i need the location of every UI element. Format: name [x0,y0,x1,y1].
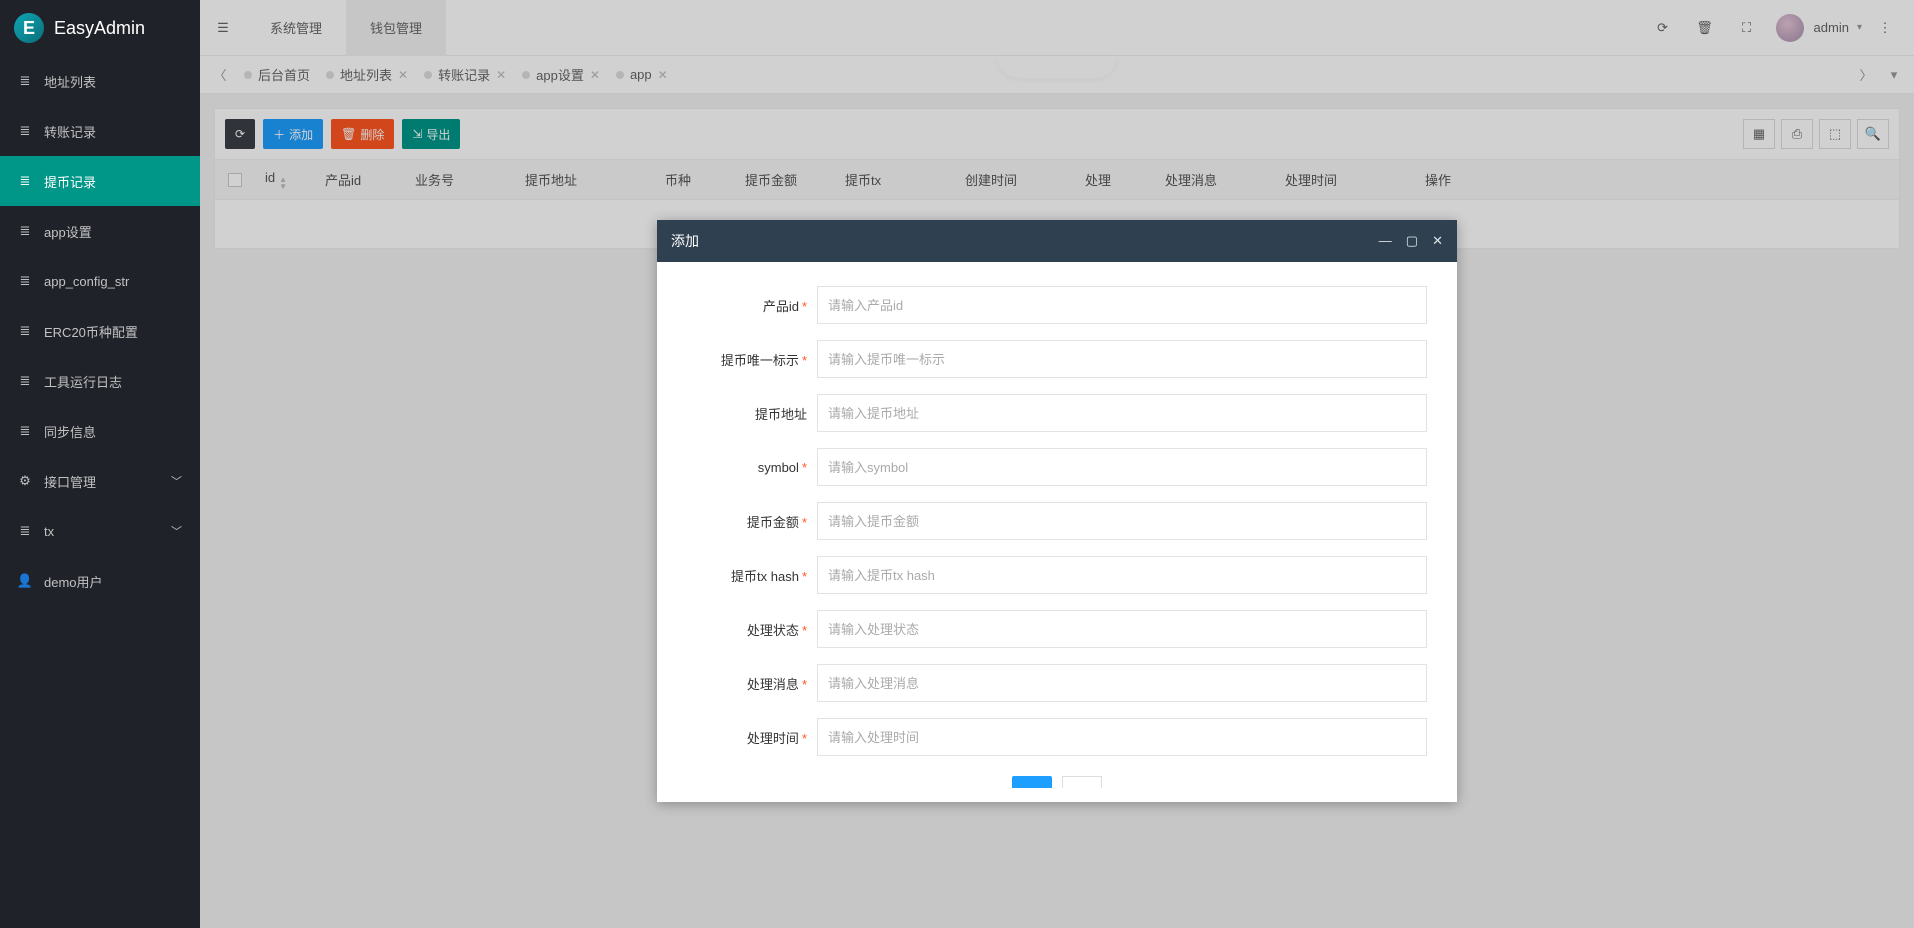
sidebar-item-label: app_config_str [44,274,129,289]
form-row-4: 提币金额* [687,502,1427,540]
sidebar-item-7[interactable]: ≣ 同步信息 [0,406,200,456]
form-input-6[interactable] [817,610,1427,648]
submit-button[interactable] [1012,776,1052,788]
sidebar-item-label: tx [44,524,54,539]
minimize-icon[interactable]: — [1379,233,1392,249]
sidebar-item-10[interactable]: 👤 demo用户 [0,556,200,606]
sidebar-item-6[interactable]: ≣ 工具运行日志 [0,356,200,406]
form-input-1[interactable] [817,340,1427,378]
close-icon[interactable]: ✕ [1432,233,1443,249]
list-icon: ≣ [18,223,32,239]
form-label-3: symbol* [687,460,817,475]
form-label-1: 提币唯一标示* [687,350,817,369]
maximize-icon[interactable]: ▢ [1406,233,1418,249]
sidebar-item-2[interactable]: ≣ 提币记录 [0,156,200,206]
form-label-7: 处理消息* [687,674,817,693]
brand-name: EasyAdmin [54,18,145,39]
form-row-8: 处理时间* [687,718,1427,756]
logo-icon: E [14,13,44,43]
list-icon: ≣ [18,173,32,189]
form-input-7[interactable] [817,664,1427,702]
sidebar-item-8[interactable]: ⚙ 接口管理 ﹀ [0,456,200,506]
sidebar-item-1[interactable]: ≣ 转账记录 [0,106,200,156]
sidebar-item-3[interactable]: ≣ app设置 [0,206,200,256]
list-icon: ≣ [18,323,32,339]
chevron-down-icon: ﹀ [171,523,182,539]
list-icon: ≣ [18,123,32,139]
list-icon: ≣ [18,373,32,389]
logo-bar: E EasyAdmin [0,0,200,56]
chevron-down-icon: ﹀ [171,473,182,489]
form-input-2[interactable] [817,394,1427,432]
sidebar-item-label: 地址列表 [44,72,96,91]
form-row-0: 产品id* [687,286,1427,324]
modal: 添加 — ▢ ✕ 产品id* 提币唯一标示* 提币地址 symbol* 提 [657,220,1457,802]
sidebar-item-label: 提币记录 [44,172,96,191]
form-label-0: 产品id* [687,296,817,315]
list-icon: ≣ [18,523,32,539]
sidebar-item-0[interactable]: ≣ 地址列表 [0,56,200,106]
form-row-7: 处理消息* [687,664,1427,702]
sidebar-item-label: 工具运行日志 [44,372,122,391]
modal-head: 添加 — ▢ ✕ [657,220,1457,262]
cancel-button[interactable] [1062,776,1102,788]
form-label-5: 提币tx hash* [687,566,817,585]
sidebar: E EasyAdmin ≣ 地址列表≣ 转账记录≣ 提币记录≣ app设置≣ a… [0,0,200,928]
modal-window-buttons: — ▢ ✕ [1379,233,1443,249]
list-icon: ≣ [18,73,32,89]
sidebar-item-5[interactable]: ≣ ERC20币种配置 [0,306,200,356]
sidebar-item-label: 同步信息 [44,422,96,441]
form-input-4[interactable] [817,502,1427,540]
sidebar-item-4[interactable]: ≣ app_config_str [0,256,200,306]
user-icon: 👤 [18,573,32,589]
form-row-2: 提币地址 [687,394,1427,432]
gear-icon: ⚙ [18,473,32,489]
list-icon: ≣ [18,273,32,289]
form-label-6: 处理状态* [687,620,817,639]
modal-footer-peek [687,776,1427,788]
form-row-5: 提币tx hash* [687,556,1427,594]
form-label-8: 处理时间* [687,728,817,747]
sidebar-item-label: app设置 [44,222,92,241]
sidebar-item-label: demo用户 [44,572,103,591]
list-icon: ≣ [18,423,32,439]
form-input-0[interactable] [817,286,1427,324]
modal-overlay: 添加 — ▢ ✕ 产品id* 提币唯一标示* 提币地址 symbol* 提 [200,0,1914,928]
form-row-6: 处理状态* [687,610,1427,648]
main: ☰ 系统管理钱包管理 ⟳ 🗑 ⛶ admin ▾ ⋮ 〈 后台首页 地址列表✕ [200,0,1914,928]
modal-body: 产品id* 提币唯一标示* 提币地址 symbol* 提币金额* 提币tx ha… [657,262,1457,802]
form-row-3: symbol* [687,448,1427,486]
modal-title: 添加 [671,231,699,251]
form-input-3[interactable] [817,448,1427,486]
sidebar-item-9[interactable]: ≣ tx ﹀ [0,506,200,556]
form-row-1: 提币唯一标示* [687,340,1427,378]
sidebar-item-label: ERC20币种配置 [44,322,138,341]
form-label-2: 提币地址 [687,404,817,423]
form-input-5[interactable] [817,556,1427,594]
side-nav: ≣ 地址列表≣ 转账记录≣ 提币记录≣ app设置≣ app_config_st… [0,56,200,928]
sidebar-item-label: 接口管理 [44,472,96,491]
form-input-8[interactable] [817,718,1427,756]
form-label-4: 提币金额* [687,512,817,531]
sidebar-item-label: 转账记录 [44,122,96,141]
